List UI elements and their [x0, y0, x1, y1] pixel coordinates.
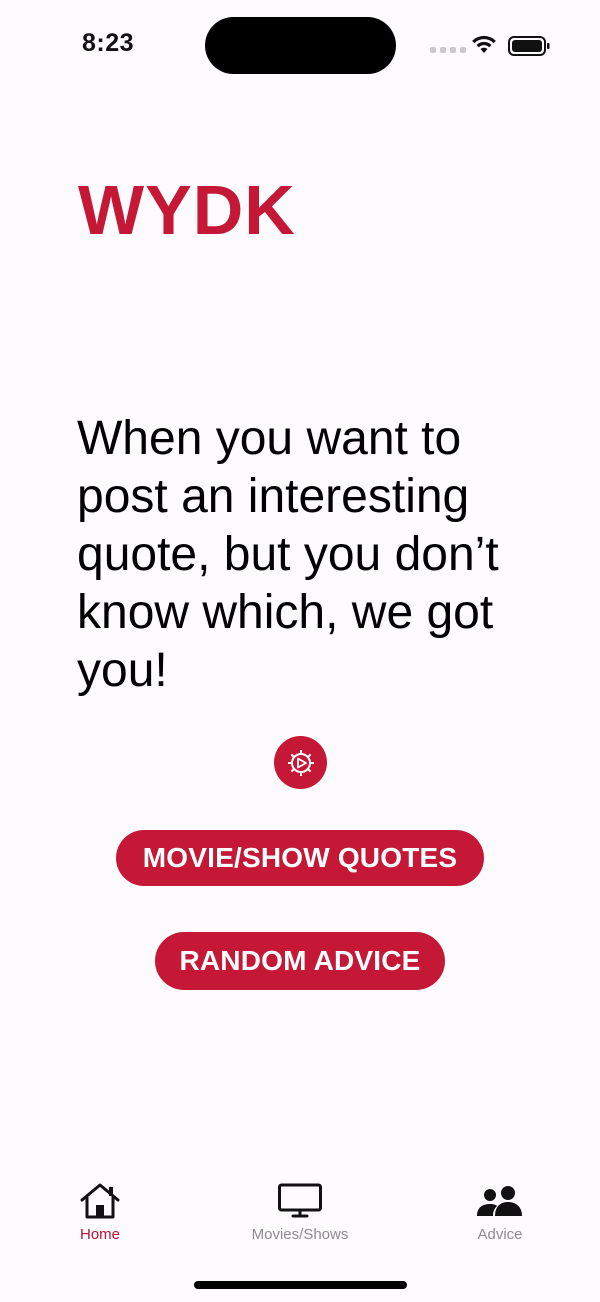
random-advice-button[interactable]: RANDOM ADVICE [155, 932, 445, 990]
status-time: 8:23 [82, 29, 135, 57]
movie-show-quotes-button[interactable]: MOVIE/SHOW QUOTES [116, 830, 484, 886]
tab-movies-shows-label: Movies/Shows [251, 1226, 349, 1243]
app-screen: 8:23 WYDK When you want to post an inter… [0, 0, 600, 1302]
app-title: WYDK [78, 171, 296, 249]
battery-icon [508, 36, 550, 61]
home-indicator[interactable] [194, 1281, 407, 1289]
dynamic-island [205, 17, 396, 74]
tab-home[interactable]: Home [68, 1182, 132, 1243]
tab-home-label: Home [79, 1226, 120, 1243]
tv-icon [278, 1183, 322, 1218]
tagline: When you want to post an interesting quo… [77, 412, 499, 697]
people-icon [477, 1186, 522, 1216]
cellular-signal-icon [430, 47, 466, 53]
tab-movies-shows[interactable]: Movies/Shows [230, 1182, 370, 1243]
gear-play-icon[interactable] [274, 736, 327, 789]
home-icon [80, 1183, 120, 1219]
wifi-icon [471, 34, 497, 59]
tab-advice-label: Advice [477, 1226, 523, 1243]
tab-advice[interactable]: Advice [460, 1182, 540, 1243]
